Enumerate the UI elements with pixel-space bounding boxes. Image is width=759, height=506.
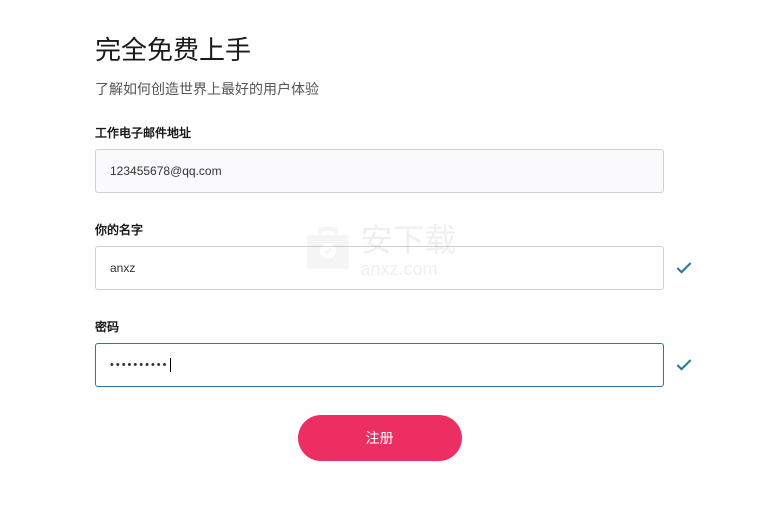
page-subtitle: 了解如何创造世界上最好的用户体验	[95, 79, 664, 99]
password-label: 密码	[95, 318, 664, 335]
text-cursor	[170, 358, 171, 372]
password-mask: ••••••••••	[110, 359, 169, 371]
checkmark-icon	[674, 355, 694, 375]
register-button[interactable]: 注册	[298, 415, 462, 461]
checkmark-icon	[674, 258, 694, 278]
email-group: 工作电子邮件地址	[95, 124, 664, 193]
submit-wrapper: 注册	[95, 415, 664, 461]
password-field[interactable]: ••••••••••	[95, 343, 664, 387]
email-label: 工作电子邮件地址	[95, 124, 664, 141]
name-label: 你的名字	[95, 221, 664, 238]
page-title: 完全免费上手	[95, 30, 664, 67]
email-field[interactable]	[95, 149, 664, 193]
name-group: 你的名字	[95, 221, 664, 290]
password-group: 密码 ••••••••••	[95, 318, 664, 387]
name-field[interactable]	[95, 246, 664, 290]
